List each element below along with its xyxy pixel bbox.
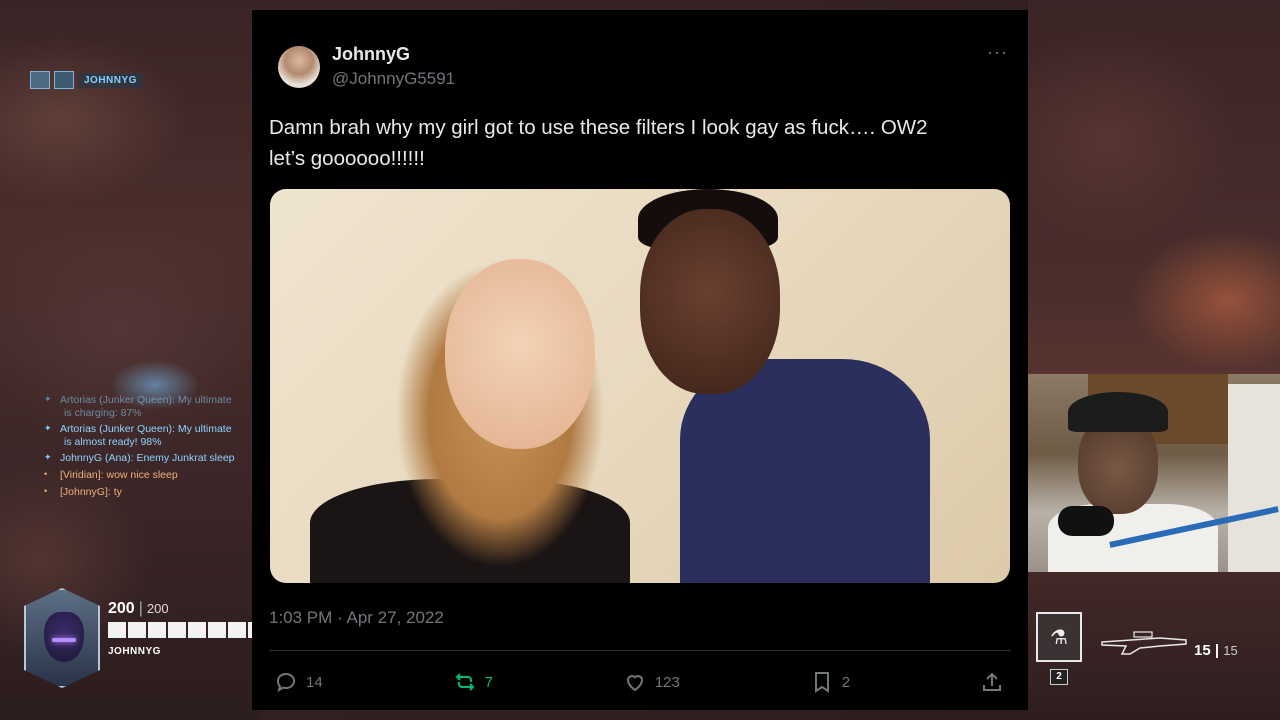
- tweet-card: JohnnyG @JohnnyG5591 ··· Damn brah why m…: [252, 10, 1028, 710]
- reply-button[interactable]: 14: [274, 670, 323, 694]
- ammo-separator: |: [1214, 642, 1220, 659]
- chat-line: • [Viridian]: wow nice sleep: [44, 469, 178, 481]
- tweet-header: JohnnyG @JohnnyG5591: [278, 44, 455, 89]
- chat-line: ✦ JohnnyG (Ana): Enemy Junkrat sleep: [44, 452, 235, 464]
- ability-icon: ⚗: [1036, 612, 1082, 662]
- bookmark-count: 2: [841, 673, 851, 691]
- chat-line-continuation: is charging: 87%: [64, 407, 142, 419]
- tweet-text-line: Damn brah why my girl got to use these f…: [269, 116, 928, 139]
- ammo-current: 15: [1194, 642, 1211, 659]
- health-segment: [188, 622, 206, 638]
- health-readout: 200 | 200: [108, 600, 266, 618]
- hero-icon: [54, 71, 74, 89]
- retweet-icon: [455, 673, 474, 691]
- bookmark-icon: [814, 672, 829, 693]
- game-chat: ✦ Artorias (Junker Queen): My ultimate i…: [44, 394, 254, 503]
- player-name: JOHNNYG: [108, 646, 161, 657]
- health-segment: [228, 622, 246, 638]
- tweet-photo[interactable]: [270, 189, 1010, 583]
- heart-icon: [626, 675, 643, 692]
- ammo-max: 15: [1223, 643, 1238, 658]
- fridge: [1228, 384, 1280, 572]
- health-max: 200: [146, 601, 169, 616]
- streamer-cap: [1068, 392, 1168, 432]
- hero-visor: [52, 638, 76, 642]
- share-button[interactable]: [980, 670, 1004, 694]
- like-button[interactable]: 123: [623, 670, 680, 694]
- avatar[interactable]: [278, 45, 320, 88]
- reply-count: 14: [306, 673, 323, 691]
- health-segment: [108, 622, 126, 638]
- divider: [269, 650, 1011, 651]
- reply-icon: [276, 672, 296, 693]
- ammo-counter: 15 | 15: [1194, 642, 1238, 659]
- health-segment: [208, 622, 226, 638]
- ability-key: 2: [1050, 669, 1068, 685]
- bookmark-button[interactable]: 2: [810, 670, 850, 694]
- tweet-timestamp[interactable]: 1:03 PM · Apr 27, 2022: [269, 608, 444, 628]
- health-segment: [168, 622, 186, 638]
- microphone: [1058, 506, 1114, 536]
- team-player-name: JOHNNYG: [78, 72, 143, 88]
- health-bar: [108, 622, 266, 638]
- streamer-webcam: [1028, 374, 1280, 572]
- retweet-button[interactable]: 7: [453, 670, 493, 694]
- tweet-text: Damn brah why my girl got to use these f…: [269, 112, 1009, 174]
- like-count: 123: [654, 673, 680, 691]
- bullet-icon: •: [44, 486, 48, 496]
- health-separator: |: [138, 600, 143, 617]
- display-name[interactable]: JohnnyG: [332, 44, 455, 65]
- user-handle[interactable]: @JohnnyG5591: [332, 69, 455, 89]
- hero-portrait: [24, 588, 100, 688]
- team-chat-icon: ✦: [44, 423, 52, 433]
- health-panel: 200 | 200 JOHNNYG: [108, 600, 266, 657]
- user-names: JohnnyG @JohnnyG5591: [332, 44, 455, 89]
- role-icon: [30, 71, 50, 89]
- hero-face: [44, 612, 84, 662]
- chat-line: • [JohnnyG]: ty: [44, 486, 122, 498]
- team-indicator: JOHNNYG: [30, 70, 143, 90]
- tweet-text-line: let’s goooooo!!!!!!: [269, 147, 425, 170]
- team-chat-icon: ✦: [44, 452, 52, 462]
- rifle-icon: [1101, 631, 1187, 655]
- photo-woman-face: [445, 259, 595, 449]
- more-options-icon[interactable]: ···: [987, 42, 1008, 63]
- chat-line: ✦ Artorias (Junker Queen): My ultimate: [44, 394, 232, 406]
- bullet-icon: •: [44, 469, 48, 479]
- share-icon: [982, 672, 1001, 691]
- team-chat-icon: ✦: [44, 394, 52, 404]
- health-current: 200: [108, 600, 135, 617]
- chat-line-continuation: is almost ready! 98%: [64, 436, 162, 448]
- retweet-count: 7: [484, 673, 493, 691]
- chat-line: ✦ Artorias (Junker Queen): My ultimate: [44, 423, 232, 435]
- tweet-actions: 14 7 123 2: [274, 670, 1004, 694]
- health-segment: [128, 622, 146, 638]
- health-segment: [148, 622, 166, 638]
- photo-man-face: [640, 209, 780, 394]
